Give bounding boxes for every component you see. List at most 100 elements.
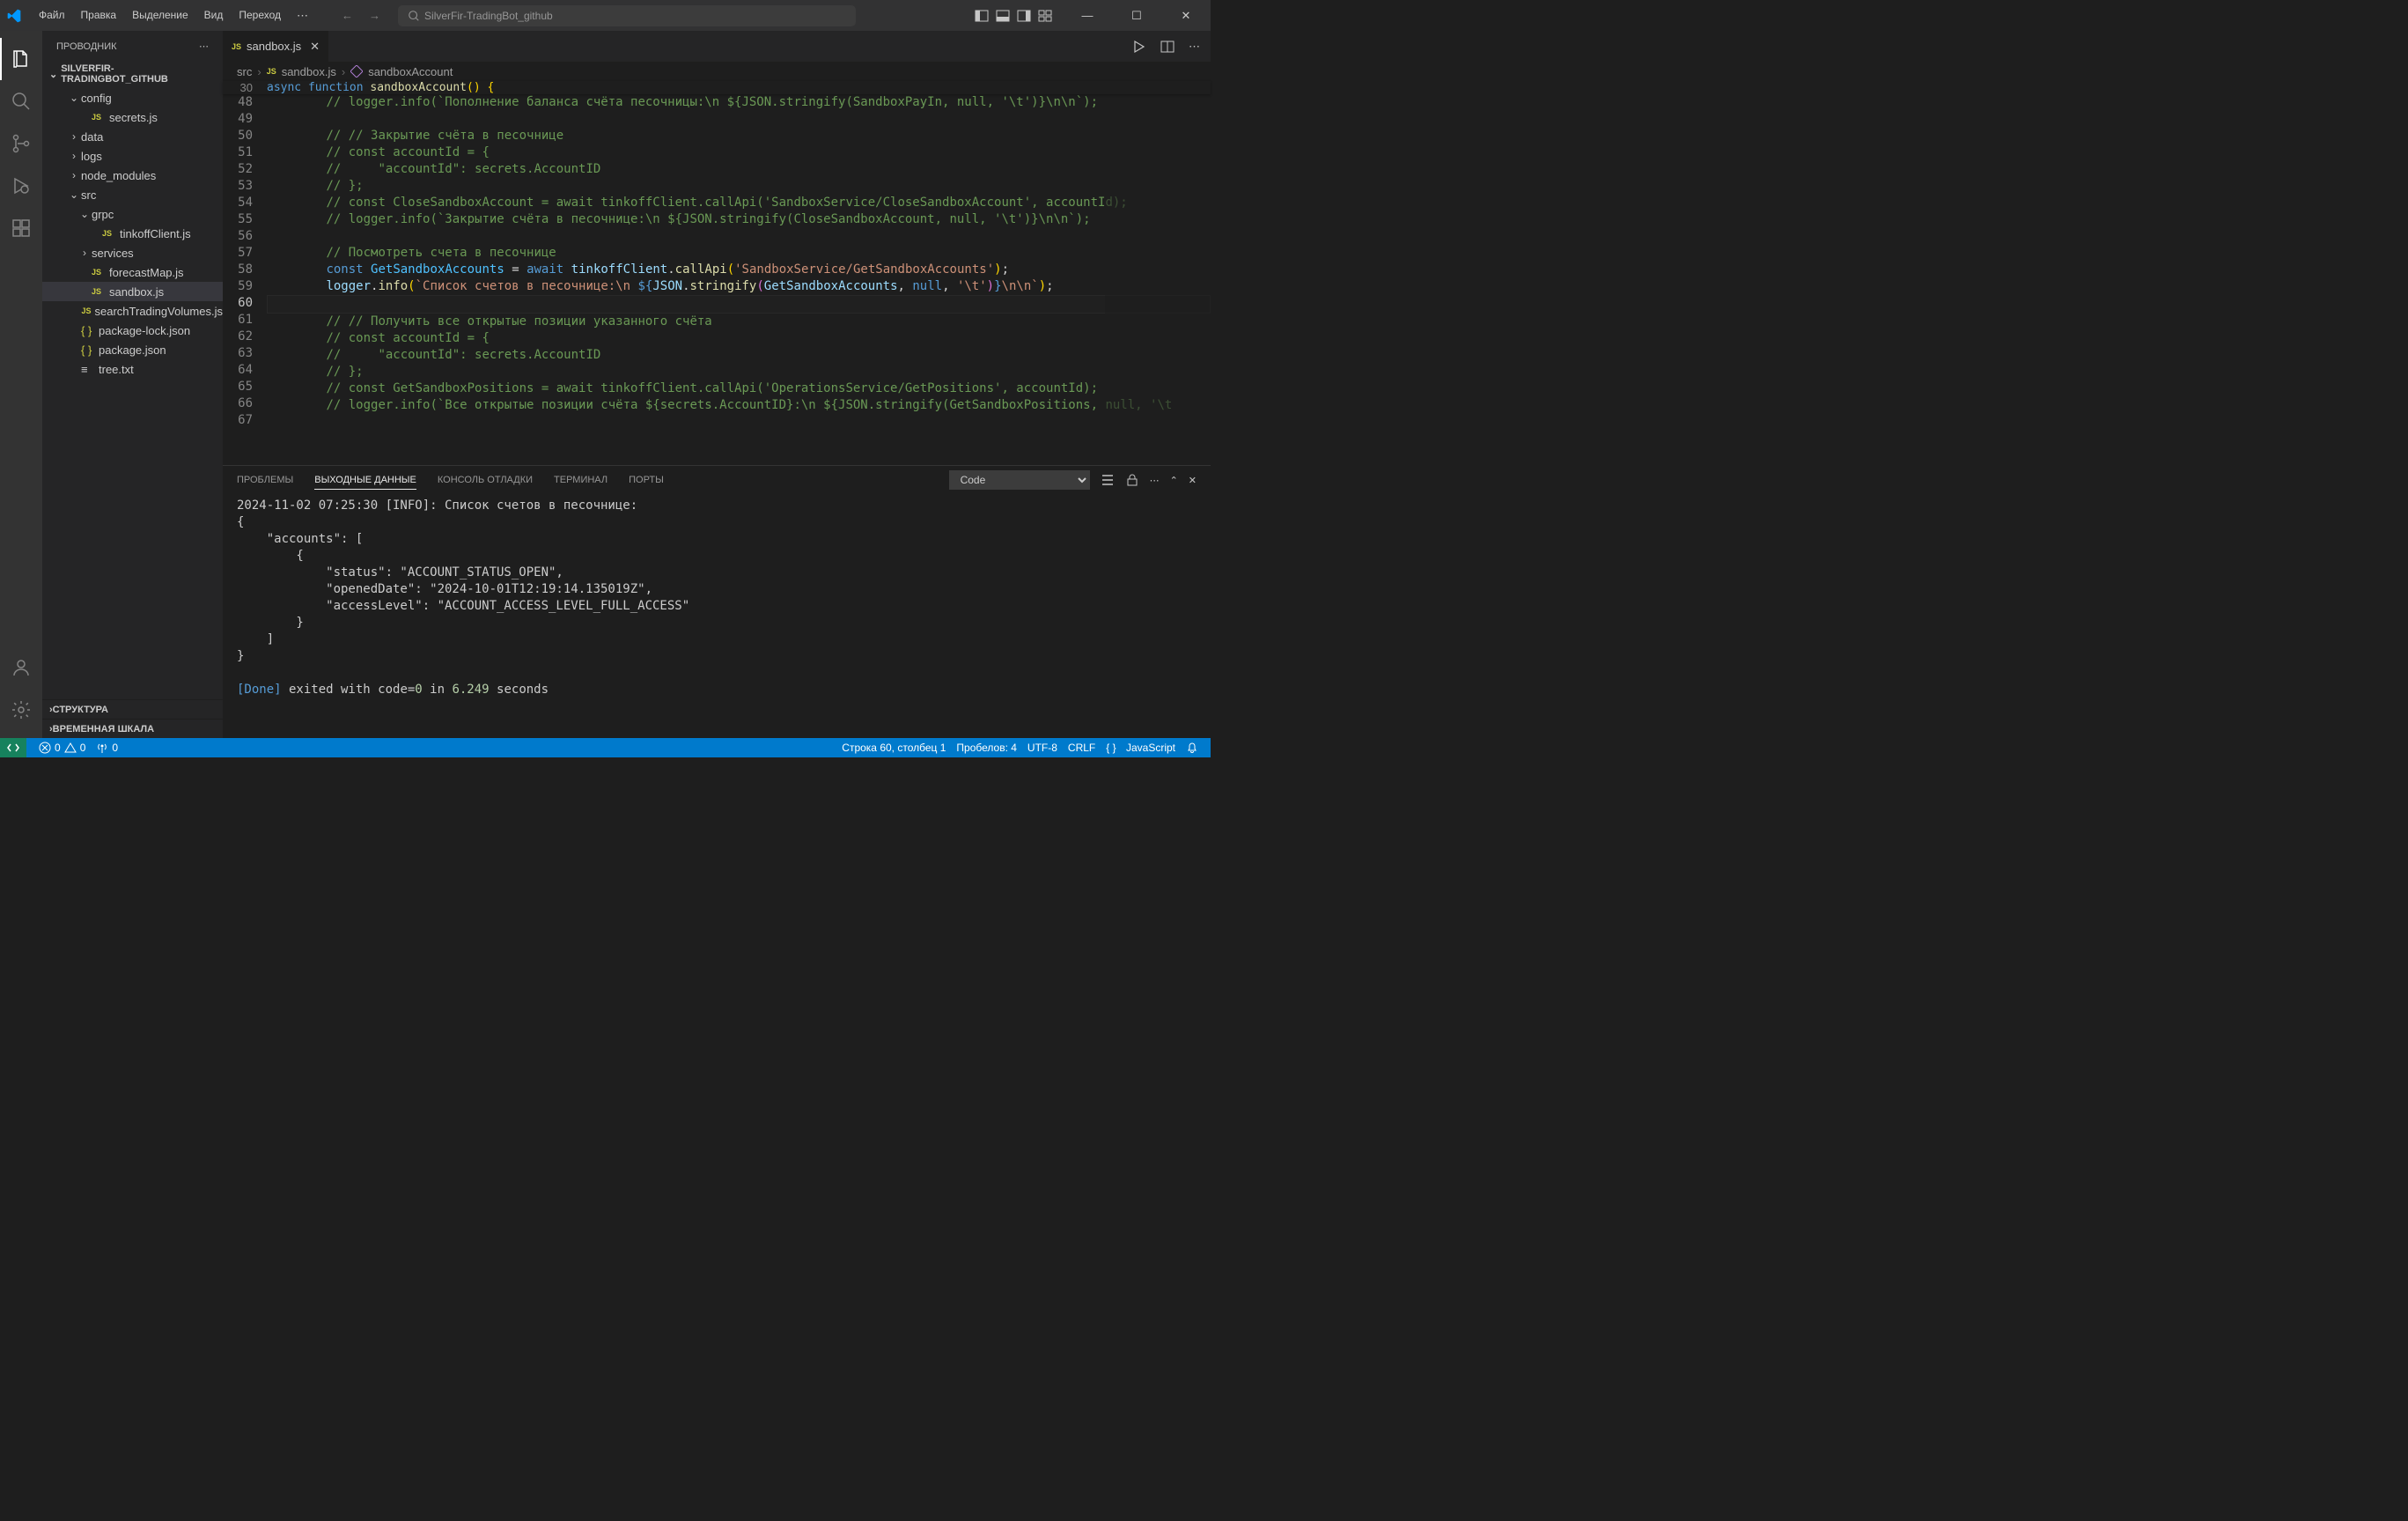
- activity-explorer[interactable]: [0, 38, 42, 80]
- sidebar-more-icon[interactable]: ⋯: [199, 41, 209, 52]
- activity-extensions[interactable]: [0, 207, 42, 249]
- editor-area: JS sandbox.js ✕ ⋯ src › JS sandbox.js › …: [223, 31, 1211, 738]
- js-file-icon: JS: [92, 287, 106, 296]
- sticky-scroll[interactable]: 30 async function sandboxAccount() {: [223, 81, 1211, 94]
- tree-item-tree-txt[interactable]: ≡tree.txt: [42, 359, 223, 379]
- tree-item-grpc[interactable]: ⌄grpc: [42, 204, 223, 224]
- tree-item-package-lock-json[interactable]: { }package-lock.json: [42, 321, 223, 340]
- activity-debug[interactable]: [0, 165, 42, 207]
- activity-account[interactable]: [0, 646, 42, 689]
- chevron-icon: ⌄: [77, 208, 92, 220]
- menu-file[interactable]: Файл: [32, 5, 72, 26]
- main-menu: Файл Правка Выделение Вид Переход ⋯: [32, 5, 315, 26]
- gear-icon: [11, 699, 32, 720]
- chevron-icon: ›: [77, 247, 92, 259]
- status-ports[interactable]: 0: [91, 742, 123, 754]
- breadcrumb[interactable]: src › JS sandbox.js › sandboxAccount: [223, 62, 1211, 81]
- command-center[interactable]: SilverFir-TradingBot_github: [398, 5, 856, 26]
- panel-tab-terminal[interactable]: ТЕРМИНАЛ: [554, 471, 608, 489]
- layout-customize-icon[interactable]: [1038, 9, 1052, 23]
- status-encoding[interactable]: UTF-8: [1022, 742, 1063, 754]
- tree-item-src[interactable]: ⌄src: [42, 185, 223, 204]
- layout-sidebar-left-icon[interactable]: [975, 9, 989, 23]
- tree-item-searchTradingVolumes-js[interactable]: JSsearchTradingVolumes.js: [42, 301, 223, 321]
- remote-icon: [7, 742, 19, 754]
- tree-item-services[interactable]: ›services: [42, 243, 223, 262]
- tree-item-secrets-js[interactable]: JSsecrets.js: [42, 107, 223, 127]
- status-cursor[interactable]: Строка 60, столбец 1: [836, 742, 951, 754]
- titlebar: Файл Правка Выделение Вид Переход ⋯ ← → …: [0, 0, 1211, 31]
- sidebar-outline[interactable]: › СТРУКТУРА: [42, 699, 223, 719]
- activity-settings[interactable]: [0, 689, 42, 731]
- js-file-icon: JS: [267, 67, 276, 76]
- code-editor[interactable]: 30 async function sandboxAccount() { 484…: [223, 81, 1211, 465]
- tree-item-data[interactable]: ›data: [42, 127, 223, 146]
- radio-tower-icon: [96, 742, 108, 754]
- vscode-logo-icon: [7, 9, 21, 23]
- project-root[interactable]: ⌄ SILVERFIR-TRADINGBOT_GITHUB: [42, 62, 223, 86]
- more-icon[interactable]: ⋯: [1150, 475, 1160, 486]
- panel-tab-output[interactable]: ВЫХОДНЫЕ ДАННЫЕ: [314, 471, 416, 490]
- tree-item-sandbox-js[interactable]: JSsandbox.js: [42, 282, 223, 301]
- nav-back-icon[interactable]: ←: [342, 9, 353, 22]
- bell-icon: [1186, 742, 1198, 754]
- activity-search[interactable]: [0, 80, 42, 122]
- activity-scm[interactable]: [0, 122, 42, 165]
- list-icon[interactable]: [1101, 473, 1115, 487]
- panel-tab-ports[interactable]: ПОРТЫ: [629, 471, 664, 489]
- output-channel-select[interactable]: Code: [949, 470, 1090, 490]
- minimap[interactable]: [1105, 81, 1211, 465]
- activity-bar: [0, 31, 42, 738]
- menu-go[interactable]: Переход: [232, 5, 288, 26]
- menu-more-icon[interactable]: ⋯: [290, 5, 315, 26]
- close-icon[interactable]: ✕: [310, 40, 320, 54]
- window-close-icon[interactable]: ✕: [1168, 9, 1204, 23]
- editor-tabs: JS sandbox.js ✕ ⋯: [223, 31, 1211, 62]
- tree-item-forecastMap-js[interactable]: JSforecastMap.js: [42, 262, 223, 282]
- status-eol[interactable]: CRLF: [1063, 742, 1101, 754]
- files-icon: [11, 48, 32, 70]
- status-bar: 0 0 0 Строка 60, столбец 1 Пробелов: 4 U…: [0, 738, 1211, 757]
- extensions-icon: [11, 218, 32, 239]
- js-file-icon: JS: [92, 268, 106, 277]
- status-indentation[interactable]: Пробелов: 4: [951, 742, 1022, 754]
- tree-item-logs[interactable]: ›logs: [42, 146, 223, 166]
- sidebar-timeline[interactable]: › ВРЕМЕННАЯ ШКАЛА: [42, 719, 223, 738]
- layout-panel-icon[interactable]: [996, 9, 1010, 23]
- tree-item-tinkoffClient-js[interactable]: JStinkoffClient.js: [42, 224, 223, 243]
- status-language[interactable]: { } JavaScript: [1101, 742, 1181, 754]
- remote-indicator[interactable]: [0, 738, 26, 757]
- source-control-icon: [11, 133, 32, 154]
- sidebar: ПРОВОДНИК ⋯ ⌄ SILVERFIR-TRADINGBOT_GITHU…: [42, 31, 223, 738]
- output-content[interactable]: 2024-11-02 07:25:30 [INFO]: Список счето…: [223, 494, 1211, 738]
- chevron-icon: ›: [67, 150, 81, 162]
- close-icon[interactable]: ✕: [1189, 475, 1197, 486]
- run-icon[interactable]: [1132, 40, 1146, 54]
- nav-forward-icon[interactable]: →: [369, 9, 380, 22]
- chevron-icon: ⌄: [67, 92, 81, 104]
- chevron-up-icon[interactable]: ⌃: [1170, 475, 1178, 486]
- menu-selection[interactable]: Выделение: [125, 5, 195, 26]
- panel-tab-debug-console[interactable]: КОНСОЛЬ ОТЛАДКИ: [438, 471, 533, 489]
- tree-item-config[interactable]: ⌄config: [42, 88, 223, 107]
- window-maximize-icon[interactable]: ☐: [1119, 9, 1154, 23]
- status-notifications[interactable]: [1181, 742, 1204, 754]
- layout-sidebar-right-icon[interactable]: [1017, 9, 1031, 23]
- more-icon[interactable]: ⋯: [1189, 40, 1200, 54]
- tree-item-package-json[interactable]: { }package.json: [42, 340, 223, 359]
- menu-view[interactable]: Вид: [197, 5, 231, 26]
- split-editor-icon[interactable]: [1160, 40, 1175, 54]
- tab-sandbox-js[interactable]: JS sandbox.js ✕: [223, 31, 329, 62]
- status-problems[interactable]: 0 0: [33, 742, 91, 754]
- debug-icon: [11, 175, 32, 196]
- file-icon: ≡: [81, 363, 95, 376]
- lock-icon[interactable]: [1125, 473, 1139, 487]
- search-icon: [408, 10, 420, 22]
- file-tree: ⌄configJSsecrets.js›data›logs›node_modul…: [42, 86, 223, 380]
- menu-edit[interactable]: Правка: [74, 5, 124, 26]
- account-icon: [11, 657, 32, 678]
- panel-tab-problems[interactable]: ПРОБЛЕМЫ: [237, 471, 293, 489]
- window-minimize-icon[interactable]: —: [1070, 9, 1105, 22]
- tree-item-node_modules[interactable]: ›node_modules: [42, 166, 223, 185]
- chevron-icon: ⌄: [67, 188, 81, 201]
